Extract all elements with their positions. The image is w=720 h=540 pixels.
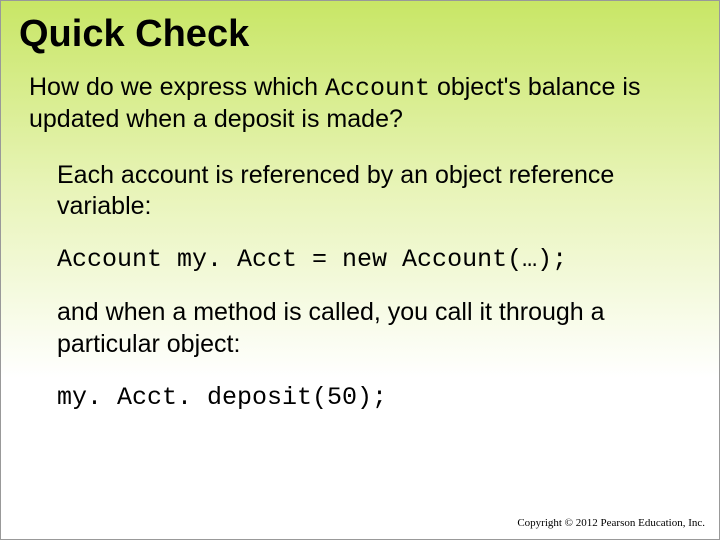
question-code: Account <box>325 74 430 103</box>
code-line-1: Account my. Acct = new Account(…); <box>57 244 679 275</box>
answer-paragraph-1: Each account is referenced by an object … <box>57 160 679 223</box>
slide-title: Quick Check <box>1 1 719 62</box>
answer-paragraph-2: and when a method is called, you call it… <box>57 297 679 360</box>
copyright-text: Copyright © 2012 Pearson Education, Inc. <box>517 517 705 529</box>
question-pre: How do we express which <box>29 73 325 101</box>
question-text: How do we express which Account object's… <box>1 62 719 136</box>
answer-block: Each account is referenced by an object … <box>1 136 719 414</box>
code-line-2: my. Acct. deposit(50); <box>57 382 679 413</box>
